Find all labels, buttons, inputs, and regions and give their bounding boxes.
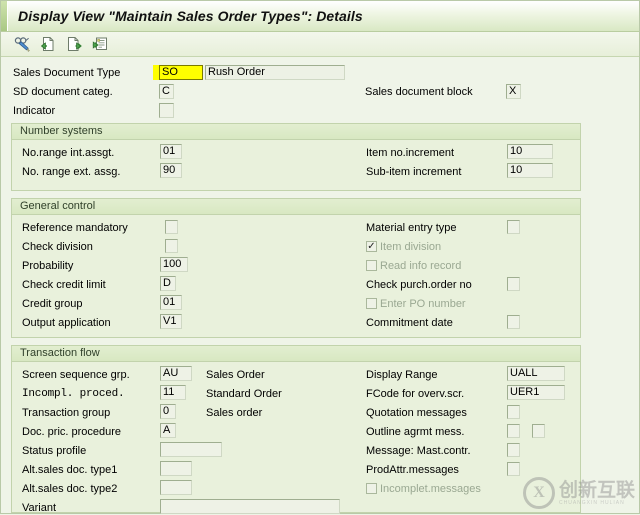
label-probability: Probability	[22, 260, 74, 272]
label-reference-mandatory: Reference mandatory	[22, 222, 128, 234]
label-commitment-date: Commitment date	[366, 317, 453, 329]
group-body-general-control: Reference mandatory Check division Proba…	[12, 215, 580, 339]
label-check-credit-limit: Check credit limit	[22, 279, 106, 291]
text-incompl-proced-description: Standard Order	[206, 388, 282, 400]
checkbox-item-division[interactable]	[366, 241, 377, 252]
label-display-range: Display Range	[366, 369, 438, 381]
label-enter-po-number: Enter PO number	[380, 298, 466, 310]
label-indicator: Indicator	[13, 105, 56, 117]
label-outline-agrmt-mess: Outline agrmt mess.	[366, 426, 465, 438]
label-item-no-increment: Item no.increment	[366, 147, 455, 159]
label-check-purch-order-no: Check purch.order no	[366, 279, 472, 291]
label-prodattr-messages: ProdAttr.messages	[366, 464, 459, 476]
input-no-range-ext-assg[interactable]: 90	[160, 163, 182, 178]
label-output-application: Output application	[22, 317, 111, 329]
details-icon[interactable]	[89, 34, 111, 55]
group-title-transaction-flow: Transaction flow	[12, 346, 580, 362]
label-read-info-record: Read info record	[380, 260, 462, 272]
group-body-transaction-flow: Screen sequence grp. AU Sales Order Inco…	[12, 362, 580, 514]
title-bar: Display View "Maintain Sales Order Types…	[1, 1, 639, 32]
row-indicator: Indicator	[1, 101, 639, 120]
row-sales-document-type: Sales Document Type SO Rush Order	[1, 63, 639, 82]
label-doc-pric-procedure: Doc. pric. procedure	[22, 426, 122, 438]
label-status-profile: Status profile	[22, 445, 87, 457]
label-variant: Variant	[22, 502, 57, 514]
label-alt-sales-doc-type2: Alt.sales doc. type2	[22, 483, 118, 495]
checkbox-enter-po-number[interactable]	[366, 298, 377, 309]
label-screen-sequence-grp: Screen sequence grp.	[22, 369, 130, 381]
group-general-control: General control Reference mandatory Chec…	[11, 198, 581, 338]
checkbox-quotation-messages[interactable]	[507, 405, 520, 419]
new-entries-icon[interactable]	[37, 34, 59, 55]
sap-window: Display View "Maintain Sales Order Types…	[0, 0, 640, 514]
page-title: Display View "Maintain Sales Order Types…	[18, 8, 363, 24]
label-item-division: Item division	[380, 241, 442, 253]
input-indicator[interactable]	[159, 103, 174, 118]
label-credit-group: Credit group	[22, 298, 83, 310]
input-sd-document-categ[interactable]: C	[159, 84, 174, 99]
group-title-general-control: General control	[12, 199, 580, 215]
input-no-range-int-assgt[interactable]: 01	[160, 144, 182, 159]
input-item-no-increment[interactable]: 10	[507, 144, 553, 159]
text-screen-sequence-grp-description: Sales Order	[206, 369, 265, 381]
label-alt-sales-doc-type1: Alt.sales doc. type1	[22, 464, 118, 476]
group-number-systems: Number systems No.range int.assgt. 01 No…	[11, 123, 581, 191]
checkbox-outline-agrmt-mess[interactable]	[507, 424, 520, 438]
label-no-range-ext-assg: No. range ext. assg.	[22, 166, 121, 178]
input-sub-item-increment[interactable]: 10	[507, 163, 553, 178]
label-incomplet-messages: Incomplet.messages	[380, 483, 481, 495]
group-transaction-flow: Transaction flow Screen sequence grp. AU…	[11, 345, 581, 514]
label-quotation-messages: Quotation messages	[366, 407, 467, 419]
label-sales-document-type: Sales Document Type	[13, 67, 121, 79]
group-title-number-systems: Number systems	[12, 124, 580, 140]
input-status-profile[interactable]	[160, 442, 222, 457]
input-probability[interactable]: 100	[160, 257, 188, 272]
input-alt-sales-doc-type1[interactable]	[160, 461, 192, 476]
checkbox-read-info-record[interactable]	[366, 260, 377, 271]
label-check-division: Check division	[22, 241, 93, 253]
label-transaction-group: Transaction group	[22, 407, 111, 419]
input-fcode-for-overv-scr[interactable]: UER1	[507, 385, 565, 400]
checkbox-message-mast-contr[interactable]	[507, 443, 520, 457]
toolbar	[1, 32, 639, 57]
label-incompl-proced: Incompl. proced.	[22, 388, 125, 400]
checkbox-prodattr-messages[interactable]	[507, 462, 520, 476]
checkbox-incomplet-messages[interactable]	[366, 483, 377, 494]
input-sales-document-block[interactable]: X	[506, 84, 521, 99]
label-sd-document-categ: SD document categ.	[13, 86, 113, 98]
input-incompl-proced[interactable]: 11	[160, 385, 186, 400]
checkbox-reference-mandatory[interactable]	[165, 220, 178, 234]
input-check-credit-limit[interactable]: D	[160, 276, 176, 291]
header-field-area: Sales Document Type SO Rush Order SD doc…	[1, 57, 639, 120]
label-fcode-for-overv-scr: FCode for overv.scr.	[366, 388, 465, 400]
checkbox-check-division[interactable]	[165, 239, 178, 253]
title-accent-bar	[1, 1, 8, 31]
input-sales-document-type[interactable]: SO	[159, 65, 203, 80]
label-sales-document-block: Sales document block	[365, 86, 473, 98]
input-variant[interactable]	[160, 499, 340, 514]
input-sales-document-type-description[interactable]: Rush Order	[205, 65, 345, 80]
display-change-icon[interactable]	[11, 34, 33, 55]
checkbox-commitment-date[interactable]	[507, 315, 520, 329]
input-alt-sales-doc-type2[interactable]	[160, 480, 192, 495]
checkbox-material-entry-type[interactable]	[507, 220, 520, 234]
label-sub-item-increment: Sub-item increment	[366, 166, 462, 178]
input-display-range[interactable]: UALL	[507, 366, 565, 381]
checkbox-check-purch-order-no[interactable]	[507, 277, 520, 291]
checkbox-outline-agrmt-mess-secondary[interactable]	[532, 424, 545, 438]
input-credit-group[interactable]: 01	[160, 295, 182, 310]
copy-as-icon[interactable]	[63, 34, 85, 55]
label-material-entry-type: Material entry type	[366, 222, 457, 234]
group-body-number-systems: No.range int.assgt. 01 No. range ext. as…	[12, 140, 580, 192]
input-transaction-group[interactable]: 0	[160, 404, 176, 419]
input-doc-pric-procedure[interactable]: A	[160, 423, 176, 438]
row-sd-document-categ: SD document categ. C Sales document bloc…	[1, 82, 639, 101]
label-no-range-int-assgt: No.range int.assgt.	[22, 147, 115, 159]
input-output-application[interactable]: V1	[160, 314, 182, 329]
text-transaction-group-description: Sales order	[206, 407, 263, 419]
label-message-mast-contr: Message: Mast.contr.	[366, 445, 471, 457]
input-screen-sequence-grp[interactable]: AU	[160, 366, 192, 381]
